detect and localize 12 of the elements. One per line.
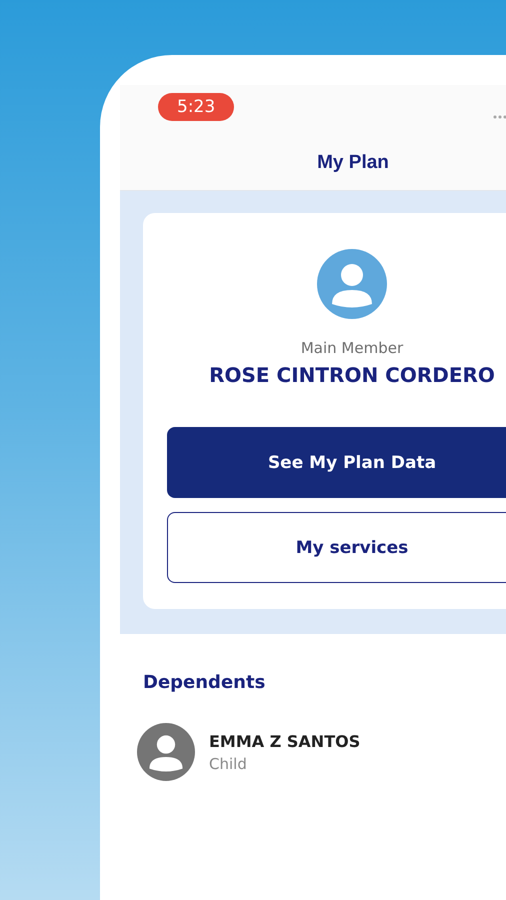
dependent-relation: Child [209, 754, 248, 772]
avatar-icon [137, 723, 195, 781]
avatar-icon [317, 249, 387, 319]
member-role: Main Member [300, 339, 404, 357]
primary-button[interactable]: See My Plan Data [167, 427, 506, 498]
section-title: Dependents [143, 672, 266, 693]
outline-button[interactable]: My services [167, 512, 506, 583]
more-icon [493, 115, 506, 119]
time-badge: 5:23 [158, 93, 234, 121]
member-name: ROSE CINTRON CORDERO [209, 363, 495, 387]
page-title: My Plan [317, 152, 389, 174]
dependent-name[interactable]: EMMA Z SANTOS [209, 732, 360, 750]
